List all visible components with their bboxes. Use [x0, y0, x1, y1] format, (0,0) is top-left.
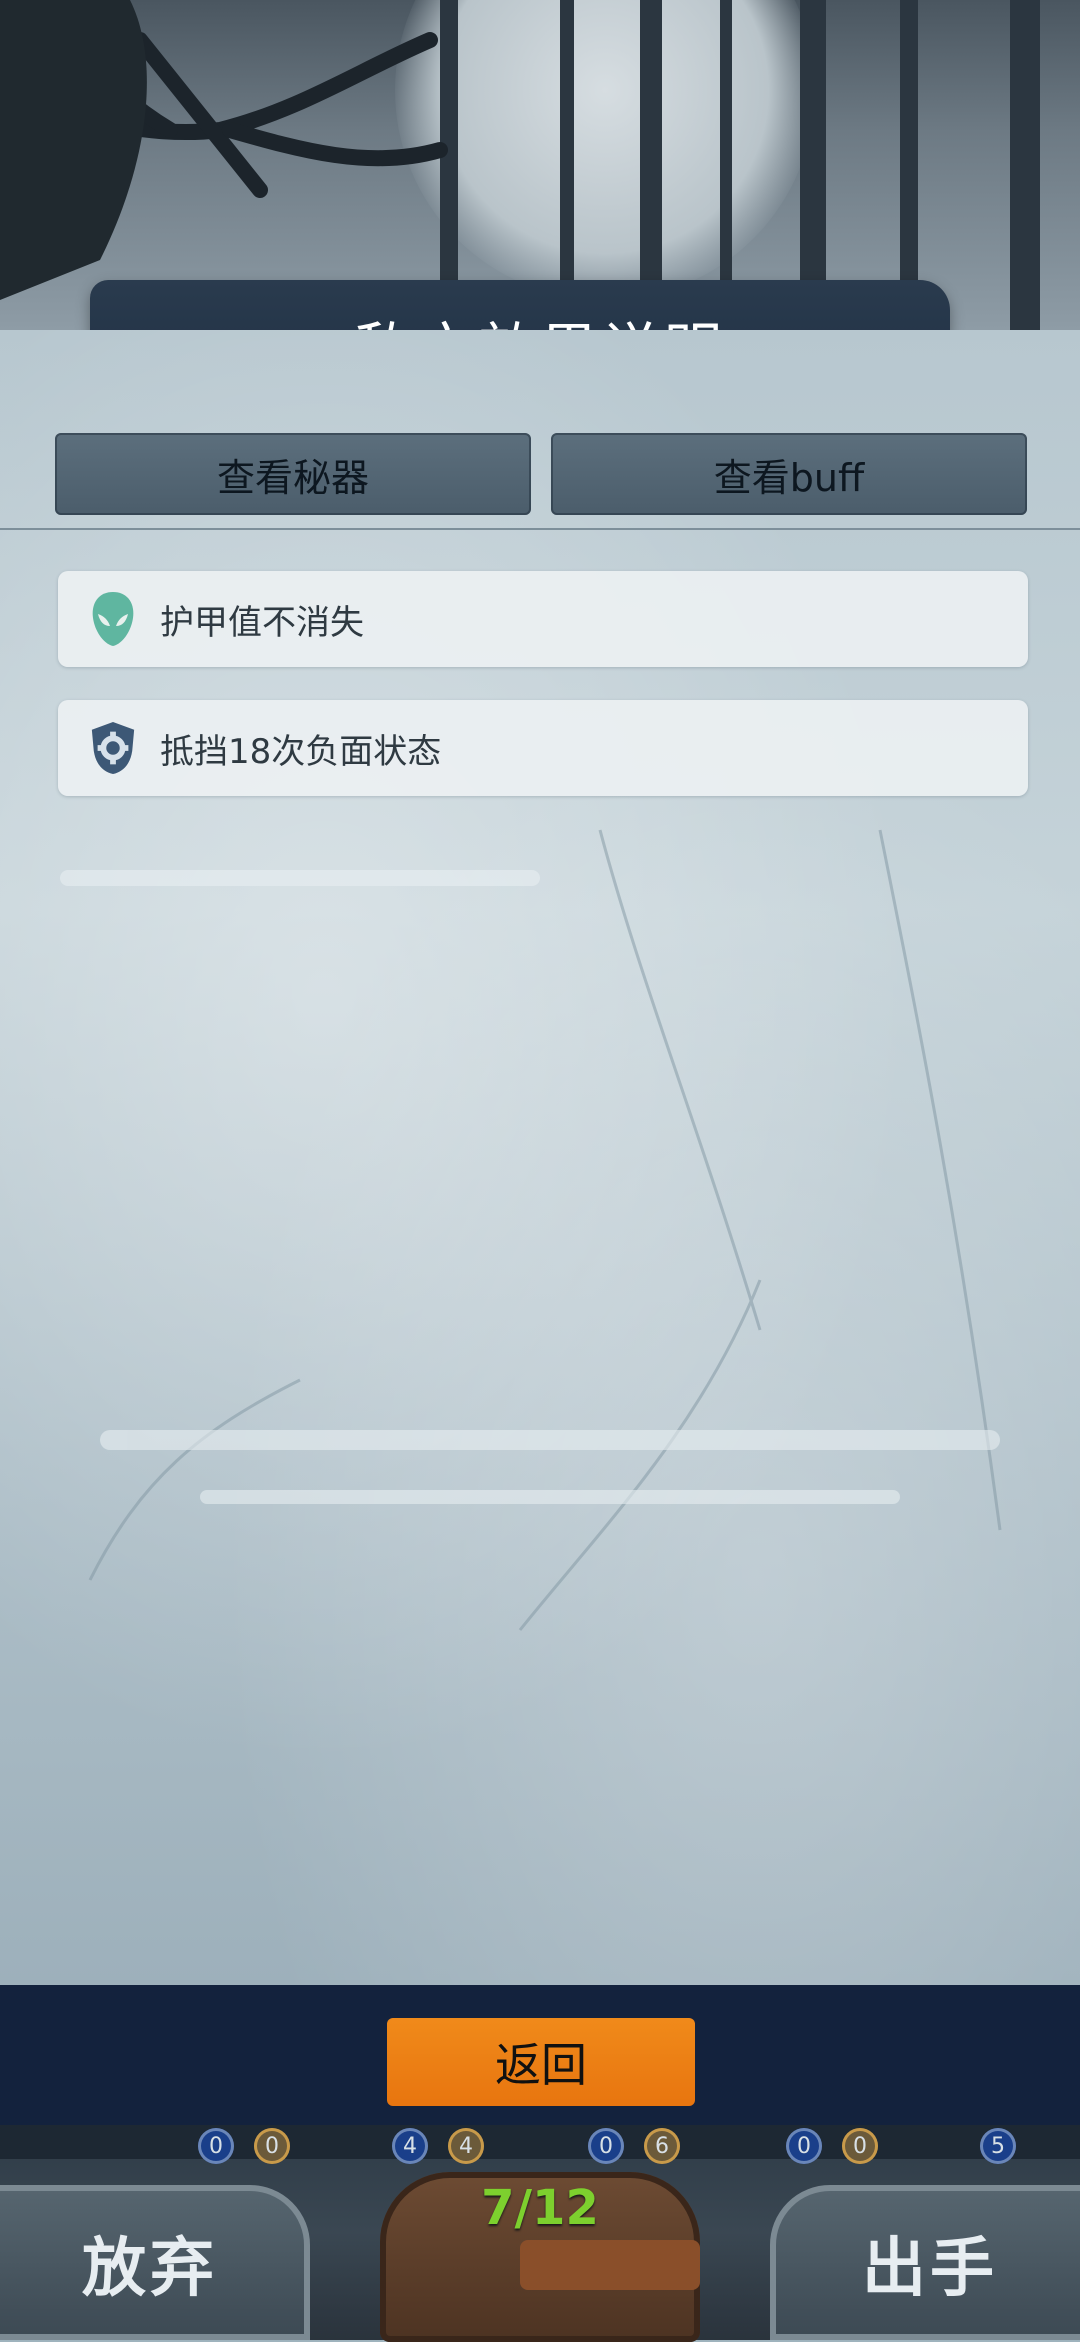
stat-row	[0, 2125, 1080, 2159]
stat-value: 4	[448, 2128, 484, 2164]
tab-label: 查看秘器	[216, 455, 369, 500]
abandon-button[interactable]: 放弃	[0, 2185, 310, 2340]
tab-view-mystic-items[interactable]: 查看秘器	[55, 433, 531, 515]
list-item: 护甲值不消失	[58, 571, 1028, 667]
play-button[interactable]: 出手	[770, 2185, 1080, 2340]
list-item: 抵挡18次负面状态	[58, 700, 1028, 796]
divider	[0, 528, 1080, 530]
effect-label: 护甲值不消失	[160, 602, 364, 643]
stat-value: 5	[980, 2128, 1016, 2164]
shield-gear-icon	[88, 718, 138, 778]
stat-value: 4	[392, 2128, 428, 2164]
stat-value: 0	[842, 2128, 878, 2164]
alien-mask-icon	[88, 589, 138, 649]
play-label: 出手	[862, 2231, 998, 2306]
tab-label: 查看buff	[713, 455, 865, 500]
stat-value: 0	[588, 2128, 624, 2164]
back-button[interactable]: 返回	[387, 2018, 695, 2106]
stat-value: 0	[198, 2128, 234, 2164]
card-count: 7/12	[481, 2180, 599, 2236]
bag-strap	[520, 2240, 700, 2290]
stat-value: 0	[786, 2128, 822, 2164]
stat-value: 0	[254, 2128, 290, 2164]
abandon-label: 放弃	[82, 2231, 218, 2306]
effect-label: 抵挡18次负面状态	[160, 731, 442, 772]
back-label: 返回	[495, 2038, 587, 2092]
tab-view-buff[interactable]: 查看buff	[551, 433, 1027, 515]
stat-value: 6	[644, 2128, 680, 2164]
